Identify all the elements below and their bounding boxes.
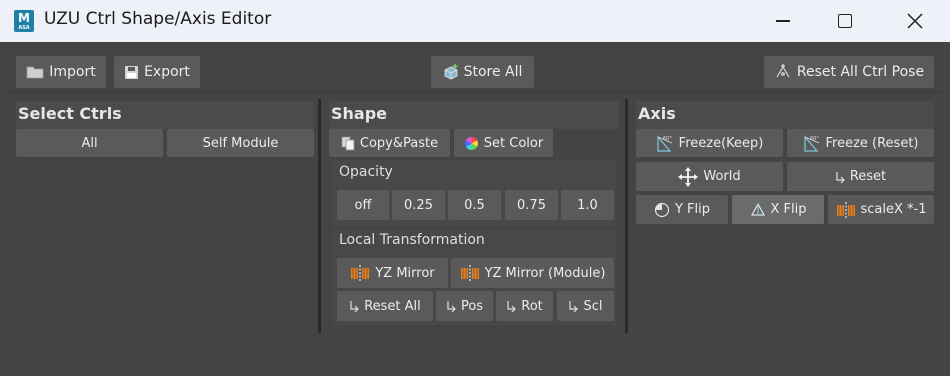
- freeze-reset-button[interactable]: 60° Freeze (Reset): [787, 129, 934, 157]
- folder-icon: [26, 66, 44, 79]
- opacity-05-button[interactable]: 0.5: [448, 190, 501, 220]
- import-button[interactable]: Import: [16, 56, 106, 88]
- column-separator: [625, 99, 628, 333]
- freeze-reset-label: Freeze (Reset): [825, 135, 919, 151]
- select-self-module-label: Self Module: [202, 135, 279, 151]
- mirror-icon: [351, 265, 370, 281]
- opacity-025-button[interactable]: 0.25: [392, 190, 445, 220]
- reset-rot-button[interactable]: Rot: [496, 291, 553, 321]
- import-label: Import: [49, 64, 96, 80]
- opacity-option: 0.5: [464, 197, 485, 213]
- minimize-button[interactable]: [752, 0, 814, 42]
- opacity-option: 0.25: [404, 197, 433, 213]
- column-separator: [318, 99, 321, 333]
- copy-paste-label: Copy&Paste: [359, 135, 439, 151]
- svg-text:60°: 60°: [810, 136, 819, 142]
- reset-rot-label: Rot: [521, 298, 543, 314]
- yz-mirror-module-label: YZ Mirror (Module): [484, 265, 606, 281]
- yz-mirror-label: YZ Mirror: [375, 265, 435, 281]
- set-color-label: Set Color: [483, 135, 544, 151]
- close-icon: [907, 13, 923, 29]
- opacity-label: Opacity: [339, 164, 393, 180]
- x-flip-button[interactable]: X Flip: [732, 195, 824, 224]
- freeze-keep-label: Freeze(Keep): [678, 135, 764, 151]
- export-button[interactable]: Export: [114, 56, 200, 88]
- svg-text:60°: 60°: [663, 136, 672, 142]
- opacity-075-button[interactable]: 0.75: [505, 190, 558, 220]
- app-icon: M ASA: [14, 10, 34, 32]
- set-color-button[interactable]: Set Color: [454, 129, 553, 157]
- select-all-button[interactable]: All: [16, 129, 163, 157]
- yz-mirror-button[interactable]: YZ Mirror: [337, 258, 448, 288]
- scalex-button[interactable]: scaleX *-1: [828, 195, 934, 224]
- freeze-keep-button[interactable]: 60° Freeze(Keep): [636, 129, 783, 157]
- reset-pos-label: Pos: [460, 298, 484, 314]
- axis-reset-label: Reset: [849, 169, 887, 184]
- copy-icon: [341, 136, 355, 150]
- app-icon-letter: M: [18, 11, 30, 25]
- store-all-label: Store All: [463, 64, 523, 80]
- select-ctrls-title: Select Ctrls: [18, 104, 122, 123]
- shape-title: Shape: [331, 104, 388, 123]
- title-bar: M ASA UZU Ctrl Shape/Axis Editor: [0, 0, 950, 42]
- reset-all-ctrl-pose-button[interactable]: Reset All Ctrl Pose: [764, 56, 934, 88]
- local-reset-all-button[interactable]: Reset All: [337, 291, 433, 321]
- close-button[interactable]: [884, 0, 946, 42]
- scalex-label: scaleX *-1: [860, 202, 927, 217]
- reset-pos-button[interactable]: Pos: [436, 291, 493, 321]
- color-wheel-icon: [464, 136, 478, 150]
- toolbar-divider: [8, 92, 942, 93]
- store-all-button[interactable]: Store All: [431, 56, 534, 88]
- cube-plus-icon: [444, 64, 458, 80]
- yz-mirror-module-button[interactable]: YZ Mirror (Module): [451, 258, 614, 288]
- arrow-corner-icon: [836, 171, 845, 183]
- arrow-corner-icon: [507, 301, 517, 312]
- move-icon: [678, 166, 699, 187]
- window-title: UZU Ctrl Shape/Axis Editor: [44, 9, 272, 29]
- opacity-off-button[interactable]: off: [337, 190, 389, 220]
- opacity-option: off: [354, 197, 372, 213]
- local-reset-all-label: Reset All: [364, 298, 421, 314]
- maximize-button[interactable]: [814, 0, 876, 42]
- arrow-corner-icon: [447, 301, 456, 312]
- minimize-icon: [776, 20, 790, 22]
- copy-paste-button[interactable]: Copy&Paste: [329, 129, 450, 157]
- export-label: Export: [144, 64, 190, 80]
- select-self-module-button[interactable]: Self Module: [167, 129, 314, 157]
- arrow-corner-icon: [350, 301, 360, 312]
- reset-scl-label: Scl: [583, 298, 603, 314]
- local-transformation-label: Local Transformation: [339, 232, 485, 248]
- select-all-label: All: [81, 135, 98, 151]
- save-icon: [125, 65, 139, 79]
- axis-title: Axis: [638, 104, 676, 123]
- freeze-icon: 60°: [657, 135, 672, 152]
- maximize-icon: [838, 14, 852, 28]
- reset-scl-button[interactable]: Scl: [557, 291, 614, 321]
- x-flip-icon: [750, 202, 765, 216]
- opacity-option: 1.0: [577, 197, 598, 213]
- arrow-corner-icon: [569, 301, 579, 312]
- axis-reset-button[interactable]: Reset: [787, 162, 934, 191]
- world-label: World: [703, 169, 741, 184]
- app-icon-sub: ASA: [18, 25, 30, 31]
- mirror-icon: [460, 265, 479, 281]
- x-flip-label: X Flip: [770, 202, 807, 217]
- opacity-option: 0.75: [517, 197, 546, 213]
- reset-all-ctrl-pose-label: Reset All Ctrl Pose: [796, 64, 925, 80]
- y-flip-icon: [654, 202, 670, 217]
- reset-pose-icon: [776, 64, 790, 78]
- opacity-10-button[interactable]: 1.0: [561, 190, 614, 220]
- y-flip-button[interactable]: Y Flip: [636, 195, 728, 224]
- y-flip-label: Y Flip: [674, 202, 711, 217]
- mirror-icon: [836, 201, 855, 218]
- freeze-icon: 60°: [803, 135, 819, 152]
- world-button[interactable]: World: [636, 162, 783, 191]
- axis-header-bg: [636, 101, 934, 129]
